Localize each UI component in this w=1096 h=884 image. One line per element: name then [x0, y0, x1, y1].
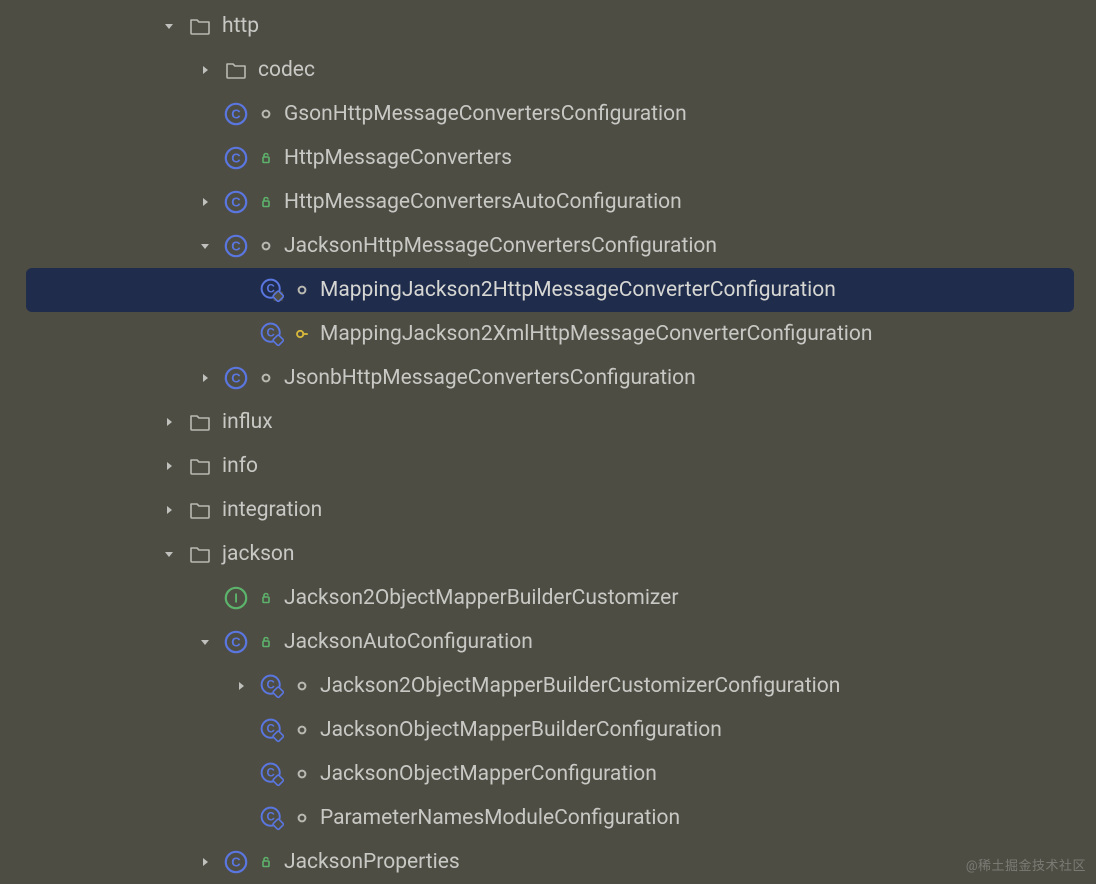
tree-row-jacksonobjectmapperbuilderconfiguration[interactable]: C JacksonObjectMapperBuilderConfiguratio…	[26, 708, 1074, 752]
tree-row-jsonbhttpmessageconvertersconfiguration[interactable]: C JsonbHttpMessageConvertersConfiguratio…	[26, 356, 1074, 400]
tree-node-label: HttpMessageConverters	[284, 146, 512, 170]
tree-row-jackson2objectmapperbuildercustomizer[interactable]: I Jackson2ObjectMapperBuilderCustomizer	[26, 576, 1074, 620]
tree-row-mappingjackson2httpmessageconverterconfiguration[interactable]: C MappingJackson2HttpMessageConverterCon…	[26, 268, 1074, 312]
chevron-right-icon[interactable]	[196, 193, 214, 211]
tree-node-label: integration	[222, 498, 322, 522]
folder-icon	[188, 498, 212, 522]
folder-icon	[188, 542, 212, 566]
folder-icon	[188, 14, 212, 38]
tree-node-label: MappingJackson2HttpMessageConverterConfi…	[320, 278, 836, 302]
package-private-circle-icon	[294, 810, 310, 826]
project-tree[interactable]: http codec C GsonHttpMessageConvertersCo…	[0, 0, 1096, 884]
tree-node-label: codec	[258, 58, 315, 82]
tree-node-label: Jackson2ObjectMapperBuilderCustomizerCon…	[320, 674, 840, 698]
tree-node-label: JacksonProperties	[284, 850, 460, 874]
inner-class-icon: C	[260, 806, 284, 830]
package-private-circle-icon	[294, 766, 310, 782]
public-unlock-icon	[258, 150, 274, 166]
package-private-circle-icon	[294, 678, 310, 694]
inner-class-icon: C	[260, 718, 284, 742]
svg-text:C: C	[231, 371, 241, 386]
inner-class-icon: C	[260, 762, 284, 786]
package-private-circle-icon	[258, 238, 274, 254]
tree-row-http[interactable]: http	[26, 4, 1074, 48]
class-icon: C	[224, 366, 248, 390]
watermark: @稀土掘金技术社区	[966, 855, 1086, 874]
inner-class-icon: C	[260, 322, 284, 346]
tree-node-label: http	[222, 14, 259, 38]
tree-row-jacksonautoconfiguration[interactable]: C JacksonAutoConfiguration	[26, 620, 1074, 664]
inner-class-icon: C	[260, 674, 284, 698]
package-private-circle-icon	[258, 106, 274, 122]
folder-icon	[188, 410, 212, 434]
tree-row-jackson2objectmapperbuildercustomizerconfiguration[interactable]: C Jackson2ObjectMapperBuilderCustomizerC…	[26, 664, 1074, 708]
tree-node-label: GsonHttpMessageConvertersConfiguration	[284, 102, 687, 126]
class-icon: C	[224, 630, 248, 654]
public-unlock-icon	[258, 854, 274, 870]
tree-node-label: JacksonObjectMapperBuilderConfiguration	[320, 718, 722, 742]
svg-text:C: C	[231, 151, 241, 166]
tree-row-influx[interactable]: influx	[26, 400, 1074, 444]
class-icon: C	[224, 146, 248, 170]
tree-row-jacksonhttpmessageconvertersconfiguration[interactable]: C JacksonHttpMessageConvertersConfigurat…	[26, 224, 1074, 268]
tree-node-label: jackson	[222, 542, 295, 566]
chevron-right-icon[interactable]	[232, 677, 250, 695]
tree-row-codec[interactable]: codec	[26, 48, 1074, 92]
package-private-circle-icon	[294, 282, 310, 298]
chevron-right-icon[interactable]	[196, 853, 214, 871]
folder-icon	[188, 454, 212, 478]
interface-icon: I	[224, 586, 248, 610]
tree-node-label: JacksonAutoConfiguration	[284, 630, 533, 654]
tree-node-label: JacksonHttpMessageConvertersConfiguratio…	[284, 234, 717, 258]
protected-key-icon	[294, 326, 310, 342]
svg-text:C: C	[231, 107, 241, 122]
tree-node-label: MappingJackson2XmlHttpMessageConverterCo…	[320, 322, 873, 346]
svg-text:C: C	[231, 195, 241, 210]
class-icon: C	[224, 234, 248, 258]
class-icon: C	[224, 102, 248, 126]
inner-class-icon: C	[260, 278, 284, 302]
tree-row-gsonhttpmessageconvertersconfiguration[interactable]: C GsonHttpMessageConvertersConfiguration	[26, 92, 1074, 136]
chevron-down-icon[interactable]	[160, 545, 178, 563]
tree-row-integration[interactable]: integration	[26, 488, 1074, 532]
tree-row-jacksonproperties[interactable]: C JacksonProperties	[26, 840, 1074, 884]
svg-text:C: C	[231, 635, 241, 650]
chevron-right-icon[interactable]	[196, 369, 214, 387]
package-private-circle-icon	[258, 370, 274, 386]
class-icon: C	[224, 850, 248, 874]
tree-node-label: HttpMessageConvertersAutoConfiguration	[284, 190, 682, 214]
public-unlock-icon	[258, 634, 274, 650]
tree-row-info[interactable]: info	[26, 444, 1074, 488]
tree-row-parameternamesmoduleconfiguration[interactable]: C ParameterNamesModuleConfiguration	[26, 796, 1074, 840]
chevron-right-icon[interactable]	[196, 61, 214, 79]
chevron-right-icon[interactable]	[160, 501, 178, 519]
tree-node-label: influx	[222, 410, 273, 434]
class-icon: C	[224, 190, 248, 214]
chevron-down-icon[interactable]	[196, 633, 214, 651]
svg-text:I: I	[234, 591, 238, 606]
tree-row-jackson[interactable]: jackson	[26, 532, 1074, 576]
tree-row-jacksonobjectmapperconfiguration[interactable]: C JacksonObjectMapperConfiguration	[26, 752, 1074, 796]
tree-node-label: JsonbHttpMessageConvertersConfiguration	[284, 366, 696, 390]
public-unlock-icon	[258, 590, 274, 606]
svg-text:C: C	[231, 855, 241, 870]
tree-node-label: JacksonObjectMapperConfiguration	[320, 762, 657, 786]
public-unlock-icon	[258, 194, 274, 210]
tree-row-httpmessageconvertersautoconfiguration[interactable]: C HttpMessageConvertersAutoConfiguration	[26, 180, 1074, 224]
tree-row-httpmessageconverters[interactable]: C HttpMessageConverters	[26, 136, 1074, 180]
folder-icon	[224, 58, 248, 82]
tree-node-label: ParameterNamesModuleConfiguration	[320, 806, 680, 830]
chevron-right-icon[interactable]	[160, 413, 178, 431]
svg-text:C: C	[231, 239, 241, 254]
tree-node-label: info	[222, 454, 258, 478]
chevron-right-icon[interactable]	[160, 457, 178, 475]
tree-row-mappingjackson2xmlhttpmessageconverterconfiguration[interactable]: C MappingJackson2XmlHttpMessageConverter…	[26, 312, 1074, 356]
chevron-down-icon[interactable]	[196, 237, 214, 255]
chevron-down-icon[interactable]	[160, 17, 178, 35]
tree-node-label: Jackson2ObjectMapperBuilderCustomizer	[284, 586, 678, 610]
package-private-circle-icon	[294, 722, 310, 738]
